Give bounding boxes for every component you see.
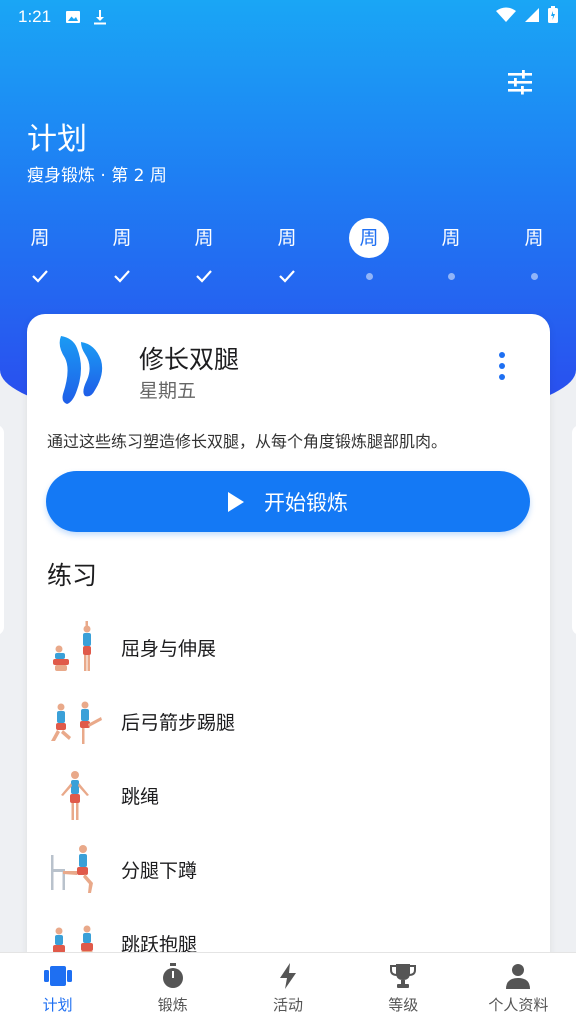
nav-label: 计划 [42,996,73,1014]
week-day-label: 周 [441,227,461,249]
plan-icon [43,962,72,990]
exercise-figure-icon [47,693,103,749]
sliders-icon [508,70,532,95]
legs-workout-icon [55,334,111,406]
status-time: 1:21 [18,7,52,26]
day-dot [431,264,471,288]
exercise-name: 跳绳 [121,785,160,808]
play-icon [228,491,244,512]
previous-card-edge[interactable] [0,425,4,635]
week-day-label: 周 [349,218,389,258]
nav-item-plan[interactable]: 计划 [0,953,115,1024]
week-day-label: 周 [112,227,132,249]
exercise-name: 后弓箭步踢腿 [121,711,236,734]
week-day-label: 周 [194,227,214,249]
next-card-edge[interactable] [572,425,576,635]
week-day-4[interactable]: 周 [267,218,307,288]
week-day-label: 周 [277,227,297,249]
filter-settings-button[interactable] [504,66,536,98]
plan-subtitle: 瘦身锻炼 · 第 2 周 [27,166,167,186]
check-icon [184,264,224,288]
exercise-figure-icon [47,841,103,897]
workout-title: 修长双腿 [139,345,240,374]
bottom-navigation: 计划 锻炼 活动 等级 个人资料 [0,952,576,1024]
nav-item-profile[interactable]: 个人资料 [461,953,576,1024]
day-dot [514,264,554,288]
battery-icon [548,6,558,28]
trophy-icon [389,962,417,990]
exercise-name: 屈身与伸展 [121,637,217,660]
status-bar: 1:21 [0,0,576,34]
lightning-icon [274,962,302,990]
check-icon [20,264,60,288]
person-icon [504,962,532,990]
week-day-label: 周 [524,227,544,249]
week-day-selector: 周 周 周 周 周 周 周 [0,218,576,288]
exercise-item[interactable]: 跳绳 [27,758,550,832]
week-day-5-today[interactable]: 周 [349,218,389,288]
week-day-3[interactable]: 周 [184,218,224,288]
exercise-item[interactable]: 屈身与伸展 [27,610,550,684]
nav-label: 活动 [273,996,304,1014]
exercise-item[interactable]: 分腿下蹲 [27,832,550,906]
more-vertical-icon [499,352,505,358]
exercise-figure-icon [47,619,103,675]
exercise-item[interactable]: 后弓箭步踢腿 [27,684,550,758]
week-day-2[interactable]: 周 [102,218,142,288]
nav-item-activity[interactable]: 活动 [230,953,345,1024]
workout-description: 通过这些练习塑造修长双腿，从每个角度锻炼腿部肌肉。 [47,432,448,451]
week-day-1[interactable]: 周 [20,218,60,288]
exercise-name: 分腿下蹲 [121,859,198,882]
wifi-icon [496,7,516,28]
nav-label: 锻炼 [157,996,188,1014]
start-workout-label: 开始锻炼 [264,490,348,515]
image-notification-icon [65,9,81,25]
week-day-label: 周 [30,227,50,249]
more-options-button[interactable] [496,352,508,380]
signal-icon [524,7,540,28]
check-icon [267,264,307,288]
nav-label: 等级 [388,996,419,1014]
check-icon [102,264,142,288]
nav-label: 个人资料 [488,996,549,1014]
exercises-section-title: 练习 [47,561,98,590]
page-title: 计划 [27,122,87,157]
workout-card: 修长双腿 星期五 通过这些练习塑造修长双腿，从每个角度锻炼腿部肌肉。 开始锻炼 … [27,314,550,974]
week-day-6[interactable]: 周 [431,218,471,288]
week-day-7[interactable]: 周 [514,218,554,288]
workout-day: 星期五 [139,380,197,402]
day-dot [349,264,389,288]
download-icon [93,9,107,25]
start-workout-button[interactable]: 开始锻炼 [46,471,530,532]
stopwatch-icon [159,962,187,990]
nav-item-levels[interactable]: 等级 [346,953,461,1024]
exercise-figure-icon [47,767,103,823]
nav-item-workouts[interactable]: 锻炼 [115,953,230,1024]
